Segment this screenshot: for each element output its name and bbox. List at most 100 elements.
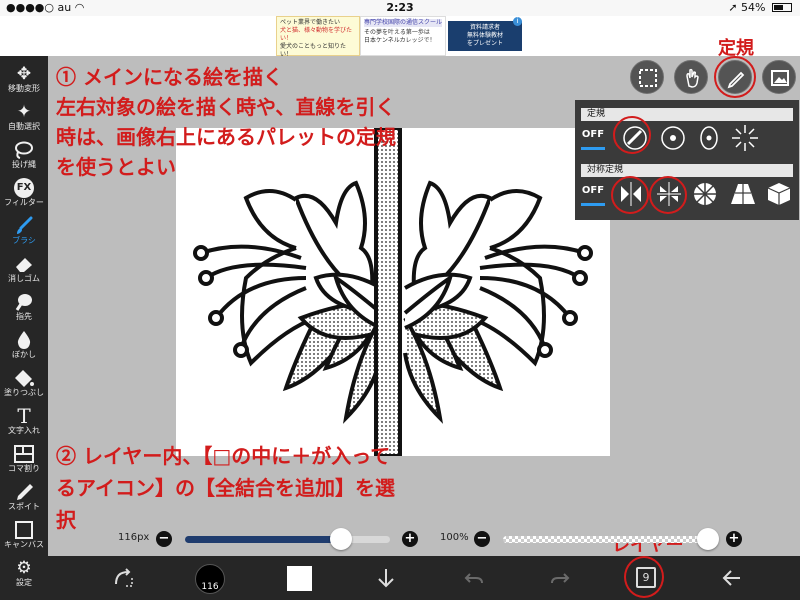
ellipse-ruler-icon — [700, 126, 718, 150]
tool-settings[interactable]: ⚙ 設定 — [0, 556, 48, 600]
frame-icon — [13, 444, 35, 464]
bucket-icon — [13, 368, 35, 388]
brush-preview-button[interactable]: 116 — [192, 556, 228, 600]
brush-number: 116 — [201, 582, 219, 592]
ad-block-3: i 資料請求者 無料体験教材 をプレゼント — [446, 16, 524, 56]
tool-label: キャンバス — [4, 540, 44, 549]
bottom-toolbar: 116 9 — [48, 556, 800, 600]
ad-text: 日本ケンネルカレッジで！ — [364, 37, 436, 44]
ruler-off-button[interactable]: OFF — [581, 124, 605, 152]
brush-size-slider[interactable] — [185, 536, 390, 543]
canvas-icon — [13, 520, 35, 540]
tool-label: ブラシ — [12, 236, 36, 245]
fx-glyph: FX — [16, 182, 32, 193]
download-button[interactable] — [366, 556, 406, 600]
symmetry-off-button[interactable]: OFF — [581, 180, 605, 208]
ad-text: その夢を叶える第一歩は — [364, 29, 430, 36]
ad-area: ペット業界で働きたい 犬と猫、様々動物を学びたい！ 愛犬のこともっと知りたい！ … — [0, 16, 800, 58]
redo-button[interactable] — [540, 556, 580, 600]
tool-label: 塗りつぶし — [3, 388, 45, 397]
selection-button[interactable] — [630, 60, 664, 94]
color-button[interactable] — [280, 556, 320, 600]
undo-icon — [464, 573, 483, 584]
opacity-increase[interactable]: + — [726, 531, 742, 547]
clock: 2:23 — [386, 1, 414, 14]
ad-text: ペット業界で働きたい — [280, 19, 341, 26]
tool-label: フィルター — [4, 198, 44, 207]
cube-grid-icon — [767, 183, 791, 205]
fx-icon: FX — [14, 178, 34, 198]
ad-text: 愛犬のこともっと知りたい！ — [280, 43, 347, 58]
gesture-button[interactable] — [674, 60, 708, 94]
symmetry-radial-option[interactable] — [689, 178, 721, 210]
brush-size-thumb[interactable] — [329, 528, 352, 550]
brush-preview: 116 — [195, 564, 225, 594]
magic-wand-icon: ✦ — [16, 102, 32, 122]
annotation-step-2: ② レイヤー内、【□の中に＋が入って るアイコン】の【全結合を追加】を選 択 — [56, 440, 395, 536]
ruler-radial-option[interactable] — [729, 122, 761, 154]
color-swatch — [287, 566, 312, 591]
redo-icon — [551, 573, 570, 584]
highlight-ring — [649, 176, 687, 214]
symmetry-section-title: 対称定規 — [581, 164, 793, 177]
perspective-option[interactable] — [727, 178, 759, 210]
perspective-grid-icon — [731, 184, 755, 204]
ad-text: 無料体験教材 — [466, 32, 503, 39]
ad-banner[interactable]: ペット業界で働きたい 犬と猫、様々動物を学びたい！ 愛犬のこともっと知りたい！ … — [276, 16, 524, 58]
brush-size-decrease[interactable]: − — [156, 531, 172, 547]
ad-text: 専門学校国際の通信スクール — [364, 19, 443, 27]
battery-icon — [772, 3, 792, 12]
opacity-value: 100% — [440, 532, 469, 543]
tool-sidebar: ✥ 移動変形 ✦ 自動選択 投げ縄 FX フィルター ブラシ 消しゴム 指先 ぼ… — [0, 56, 48, 600]
ruler-circle-option[interactable] — [657, 122, 689, 154]
ad-text: をプレゼント — [466, 40, 503, 47]
opacity-decrease[interactable]: − — [474, 531, 490, 547]
opacity-slider[interactable] — [503, 536, 715, 543]
ad-text: 資料請求者 — [469, 24, 500, 31]
annotation-line: るアイコン】の【全結合を追加】を選 — [56, 476, 395, 500]
battery-percent: 54% — [741, 1, 766, 14]
tool-label: 指先 — [16, 312, 32, 321]
annotation-line: を使うとよい — [56, 155, 176, 179]
ad-text: 犬と猫、様々動物を学びたい！ — [280, 27, 353, 42]
info-icon[interactable]: i — [513, 17, 522, 26]
brush-size-increase[interactable]: + — [402, 531, 418, 547]
text-icon: T — [13, 406, 35, 426]
arrow-down-icon — [378, 569, 394, 588]
move-icon: ✥ — [16, 64, 32, 84]
undo-button[interactable] — [454, 556, 494, 600]
perspective-3d-option[interactable] — [763, 178, 795, 210]
hand-icon — [686, 68, 699, 88]
location-icon: ➚ — [728, 1, 738, 14]
annotation-line: ① メインになる絵を描く — [56, 65, 283, 89]
ruler-section-title: 定規 — [581, 108, 793, 121]
annotation-line: 時は、画像右上にあるパレットの定規 — [56, 125, 396, 149]
tool-label: スポイト — [8, 502, 40, 511]
annotation-layer-label: レイヤー — [612, 535, 684, 556]
battery-indicator: ➚ 54% — [728, 1, 792, 14]
tool-label: 設定 — [16, 578, 32, 587]
circle-ruler-icon — [661, 126, 685, 150]
image-icon — [771, 70, 789, 86]
eyedropper-icon — [13, 482, 35, 502]
color-swap-button[interactable] — [104, 556, 144, 600]
tool-label: 文字入れ — [8, 426, 40, 435]
ad-block-2: 専門学校国際の通信スクール その夢を叶える第一歩は 日本ケンネルカレッジで！ — [360, 16, 446, 56]
radial-ruler-icon — [732, 125, 758, 151]
brush-icon — [13, 216, 35, 236]
drop-icon — [13, 330, 35, 350]
ad-cta[interactable]: 資料請求者 無料体験教材 をプレゼント — [448, 21, 522, 51]
opacity-thumb[interactable] — [697, 528, 719, 550]
highlight-ring — [611, 176, 649, 214]
tool-label: 投げ縄 — [12, 160, 36, 169]
kaleidoscope-icon — [694, 183, 716, 205]
tool-label: 消しゴム — [8, 274, 40, 283]
finger-icon — [13, 292, 35, 312]
ruler-ellipse-option[interactable] — [693, 122, 725, 154]
image-button[interactable] — [762, 60, 796, 94]
gear-icon: ⚙ — [16, 558, 32, 578]
back-button[interactable] — [712, 556, 752, 600]
tool-label: 自動選択 — [8, 122, 40, 131]
swap-icon — [115, 568, 133, 587]
tool-label: コマ割り — [8, 464, 40, 473]
